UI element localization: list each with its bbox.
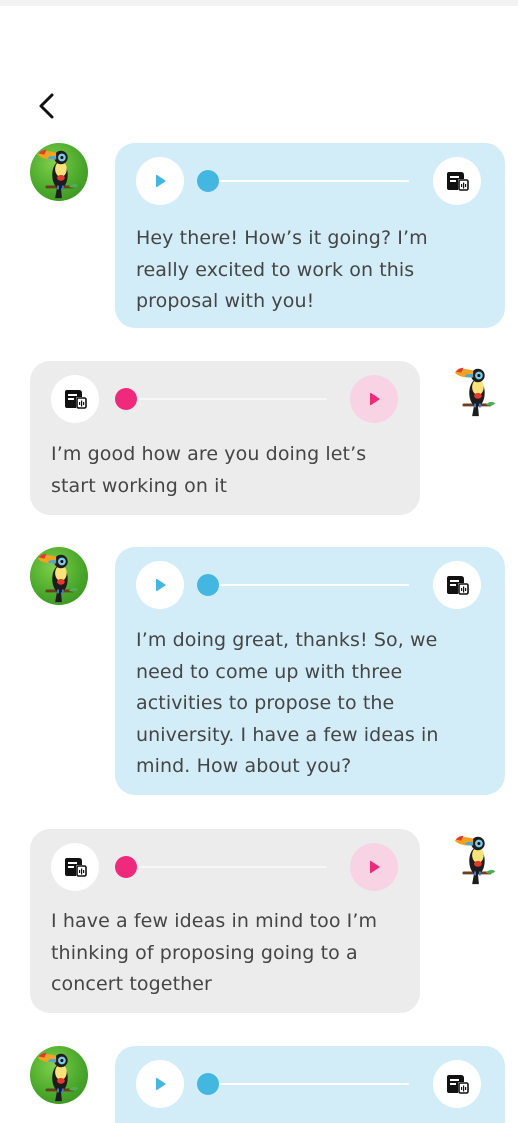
play-button[interactable]	[350, 843, 398, 891]
user-message-bubble: I have a few ideas in mind too I’m think…	[30, 829, 420, 1013]
user-avatar	[447, 829, 505, 887]
bot-avatar	[30, 143, 88, 201]
status-bar-edge	[0, 0, 518, 6]
chat-screen: Hey there! How’s it going? I’m really ex…	[0, 0, 518, 1123]
message-text: I have a few ideas in mind too I’m think…	[51, 910, 378, 995]
bot-avatar	[30, 547, 88, 605]
play-icon	[156, 174, 166, 188]
audio-progress-knob[interactable]	[197, 1073, 219, 1095]
audio-progress-track[interactable]	[115, 398, 327, 400]
audio-progress-track[interactable]	[197, 1083, 409, 1085]
bot-message-bubble: Hey there! How’s it going? I’m really ex…	[115, 143, 505, 328]
transcript-icon	[63, 855, 87, 879]
transcript-button[interactable]	[433, 1060, 481, 1108]
play-icon	[370, 860, 380, 874]
transcript-button[interactable]	[51, 375, 99, 423]
audio-progress-knob[interactable]	[197, 574, 219, 596]
back-button[interactable]	[30, 86, 64, 126]
chevron-left-icon	[39, 93, 54, 119]
message-text: I’m good how are you doing let’s start w…	[51, 443, 367, 497]
transcript-icon	[63, 387, 87, 411]
user-avatar	[447, 361, 505, 419]
audio-progress-track[interactable]	[197, 180, 409, 182]
play-button[interactable]	[350, 375, 398, 423]
bot-message-bubble	[115, 1046, 505, 1123]
bot-avatar	[30, 1046, 88, 1104]
message-text: Hey there! How’s it going? I’m really ex…	[136, 227, 428, 312]
bot-message-bubble: I’m doing great, thanks! So, we need to …	[115, 547, 505, 795]
play-icon	[156, 1077, 166, 1091]
transcript-button[interactable]	[51, 843, 99, 891]
transcript-icon	[445, 573, 469, 597]
transcript-button[interactable]	[433, 561, 481, 609]
transcript-icon	[445, 1072, 469, 1096]
audio-progress-knob[interactable]	[115, 856, 137, 878]
transcript-icon	[445, 169, 469, 193]
message-text: I’m doing great, thanks! So, we need to …	[136, 629, 439, 777]
play-button[interactable]	[136, 561, 184, 609]
play-icon	[370, 392, 380, 406]
transcript-button[interactable]	[433, 157, 481, 205]
user-message-bubble: I’m good how are you doing let’s start w…	[30, 361, 420, 515]
audio-progress-knob[interactable]	[197, 170, 219, 192]
audio-progress-knob[interactable]	[115, 388, 137, 410]
audio-progress-track[interactable]	[197, 584, 409, 586]
play-button[interactable]	[136, 1060, 184, 1108]
audio-progress-track[interactable]	[115, 866, 327, 868]
play-button[interactable]	[136, 157, 184, 205]
play-icon	[156, 578, 166, 592]
